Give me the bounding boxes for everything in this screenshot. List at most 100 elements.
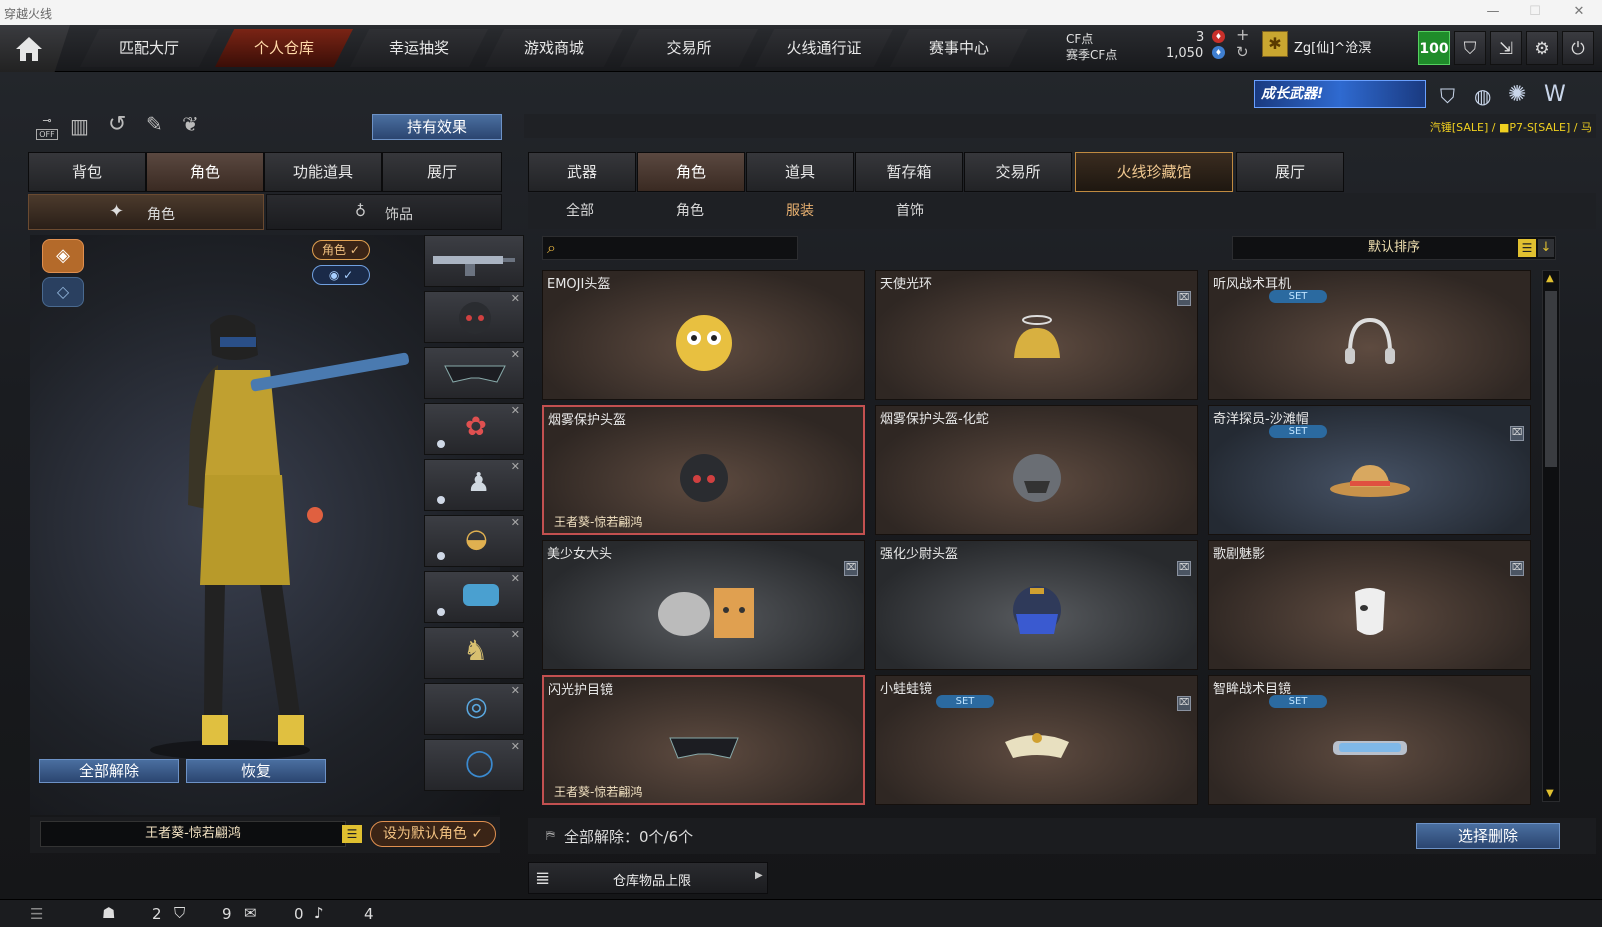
minimize-icon[interactable]: — bbox=[1478, 3, 1508, 21]
left-tab-tools[interactable]: 功能道具 bbox=[264, 152, 382, 192]
shield-icon[interactable]: ⛉ bbox=[1454, 31, 1486, 65]
nav-tab-exchange[interactable]: 交易所 bbox=[620, 29, 758, 67]
trash-icon[interactable]: ⌧ bbox=[1510, 561, 1524, 576]
remove-icon[interactable]: ✕ bbox=[511, 404, 520, 417]
trash-icon[interactable]: ⌧ bbox=[1177, 561, 1191, 576]
bag-icon[interactable]: ❦ bbox=[182, 112, 199, 136]
history-icon[interactable]: ↺ bbox=[108, 112, 126, 137]
refresh-icon[interactable]: ↻ bbox=[1236, 43, 1249, 61]
scroll-up-icon[interactable]: ▲ bbox=[1546, 273, 1554, 284]
scroll-down-icon[interactable]: ▼ bbox=[1546, 788, 1554, 799]
volume-icon[interactable]: ♪ bbox=[314, 904, 324, 922]
level-badge[interactable]: 100 bbox=[1418, 31, 1450, 65]
item-card[interactable]: 闪光护目镜 王者葵-惊若翩鸿 bbox=[542, 675, 865, 805]
remove-icon[interactable]: ✕ bbox=[511, 460, 520, 473]
right-tab-weapons[interactable]: 武器 bbox=[528, 152, 636, 192]
left-tab-backpack[interactable]: 背包 bbox=[28, 152, 146, 192]
slot-figure[interactable]: ✕ ♟ bbox=[424, 459, 524, 511]
release-all-button[interactable]: 全部解除 bbox=[39, 759, 179, 783]
item-card[interactable]: 美少女大头 ⌧ bbox=[542, 540, 865, 670]
slot-helmet[interactable]: ✕ bbox=[424, 291, 524, 343]
select-delete-button[interactable]: 选择删除 bbox=[1416, 823, 1560, 849]
add-icon[interactable]: + bbox=[1236, 25, 1249, 44]
item-card[interactable]: 小蛙蛙镜 SET ⌧ bbox=[875, 675, 1198, 805]
menu-icon[interactable]: ☰ bbox=[30, 905, 43, 923]
role-tag[interactable]: 角色 ✓ bbox=[312, 240, 370, 260]
visibility-toggle[interactable]: ◉ ✓ bbox=[312, 265, 370, 285]
slot-bracelet[interactable]: ✕ bbox=[424, 571, 524, 623]
scroll-thumb[interactable] bbox=[1545, 291, 1557, 467]
nav-tab-match-hall[interactable]: 匹配大厅 bbox=[80, 29, 218, 67]
item-card[interactable]: 烟雾保护头盔-化蛇 bbox=[875, 405, 1198, 535]
exit-room-icon[interactable]: ⇲ bbox=[1490, 31, 1522, 65]
subtab-character[interactable]: ✦ 角色 bbox=[28, 194, 264, 230]
right-tab-character[interactable]: 角色 bbox=[637, 152, 745, 192]
subtab-accessory[interactable]: ♁ 饰品 bbox=[266, 194, 502, 230]
trash-icon[interactable]: ⌧ bbox=[844, 561, 858, 576]
left-tab-showroom[interactable]: 展厅 bbox=[382, 152, 502, 192]
promo-banner[interactable]: 成长武器! bbox=[1254, 80, 1426, 108]
sort-list-icon[interactable]: ☰ bbox=[1518, 239, 1536, 257]
slot-goggles[interactable]: ✕ bbox=[424, 347, 524, 399]
hold-effect-button[interactable]: 持有效果 bbox=[372, 114, 502, 140]
expand-icon[interactable]: ▶ bbox=[755, 870, 763, 881]
w-logo-icon[interactable]: W bbox=[1544, 82, 1566, 107]
emblem-icon[interactable]: ✺ bbox=[1508, 82, 1526, 107]
nav-tab-pass[interactable]: 火线通行证 bbox=[755, 29, 893, 67]
item-card[interactable]: 烟雾保护头盔 王者葵-惊若翩鸿 bbox=[542, 405, 865, 535]
character-name[interactable]: 王者葵-惊若翩鸿 bbox=[40, 821, 346, 847]
left-tab-character[interactable]: 角色 bbox=[146, 152, 264, 192]
power-icon[interactable]: ⏻ bbox=[1562, 31, 1594, 65]
remove-icon[interactable]: ✕ bbox=[511, 628, 520, 641]
nav-tab-shop[interactable]: 游戏商城 bbox=[485, 29, 623, 67]
badge-icon-1[interactable]: ⛉ bbox=[1440, 84, 1455, 108]
item-card[interactable]: 强化少尉头盔 ⌧ bbox=[875, 540, 1198, 670]
slot-weapon[interactable] bbox=[424, 235, 524, 287]
right-tab-exchange[interactable]: 交易所 bbox=[964, 152, 1072, 192]
subtab-costume[interactable]: 服装 bbox=[750, 197, 850, 225]
friends-icon[interactable]: ☗ bbox=[102, 904, 115, 922]
gear-icon[interactable]: ⚙ bbox=[1526, 31, 1558, 65]
slot-dragon[interactable]: ✕ ♞ bbox=[424, 627, 524, 679]
shield-status-icon[interactable]: ⛉ bbox=[174, 904, 185, 922]
user-name[interactable]: Zg[仙]^沧溟 bbox=[1294, 37, 1371, 56]
faction-alt-icon[interactable]: ◇ bbox=[42, 277, 84, 307]
remove-icon[interactable]: ✕ bbox=[511, 348, 520, 361]
restore-button[interactable]: 恢复 bbox=[186, 759, 326, 783]
toggle-off-icon[interactable]: ⊸ OFF bbox=[32, 114, 62, 140]
subtab-all[interactable]: 全部 bbox=[530, 197, 630, 225]
sale-ticker[interactable]: 汽锤[SALE] / ■P7-S[SALE] / 马 bbox=[1430, 119, 1592, 135]
right-tab-collection[interactable]: 火线珍藏馆 bbox=[1075, 152, 1233, 192]
item-card[interactable]: EMOJI头盔 bbox=[542, 270, 865, 400]
item-card[interactable]: 歌剧魅影 ⌧ bbox=[1208, 540, 1531, 670]
nav-tab-events[interactable]: 赛事中心 bbox=[890, 29, 1028, 67]
slot-wristband[interactable]: ✕ ◯ bbox=[424, 739, 524, 791]
subtab-role[interactable]: 角色 bbox=[640, 197, 740, 225]
nav-tab-warehouse[interactable]: 个人仓库 bbox=[215, 29, 353, 67]
list-icon[interactable]: ☰ bbox=[342, 825, 362, 843]
storage-limit-bar[interactable]: ≣ 仓库物品上限 ▶ bbox=[528, 862, 768, 894]
right-tab-showroom[interactable]: 展厅 bbox=[1236, 152, 1344, 192]
faction-icon[interactable]: ◈ bbox=[42, 239, 84, 273]
remove-icon[interactable]: ✕ bbox=[511, 684, 520, 697]
nav-tab-lottery[interactable]: 幸运抽奖 bbox=[350, 29, 488, 67]
remove-icon[interactable]: ✕ bbox=[511, 740, 520, 753]
sort-direction-icon[interactable]: ↓ bbox=[1538, 239, 1554, 257]
right-tab-storage[interactable]: 暂存箱 bbox=[855, 152, 963, 192]
subtab-jewelry[interactable]: 首饰 bbox=[860, 197, 960, 225]
item-card[interactable]: 智眸战术目镜 SET bbox=[1208, 675, 1531, 805]
item-card[interactable]: 天使光环 ⌧ bbox=[875, 270, 1198, 400]
trash-icon[interactable]: ⌧ bbox=[1510, 426, 1524, 441]
sort-dropdown[interactable]: 默认排序 bbox=[1232, 236, 1556, 260]
scrollbar[interactable]: ▲ ▼ bbox=[1542, 270, 1560, 802]
user-edit-icon[interactable]: ✎ bbox=[146, 112, 163, 136]
remove-icon[interactable]: ✕ bbox=[511, 572, 520, 585]
trash-icon[interactable]: ⌧ bbox=[1177, 291, 1191, 306]
home-button[interactable] bbox=[0, 25, 70, 72]
remove-icon[interactable]: ✕ bbox=[511, 516, 520, 529]
trash-icon[interactable]: ⌧ bbox=[1177, 696, 1191, 711]
search-input[interactable] bbox=[569, 239, 791, 257]
stats-icon[interactable]: ▥ bbox=[70, 114, 89, 138]
maximize-icon[interactable]: ☐ bbox=[1520, 3, 1550, 21]
item-card[interactable]: 听风战术耳机 SET bbox=[1208, 270, 1531, 400]
